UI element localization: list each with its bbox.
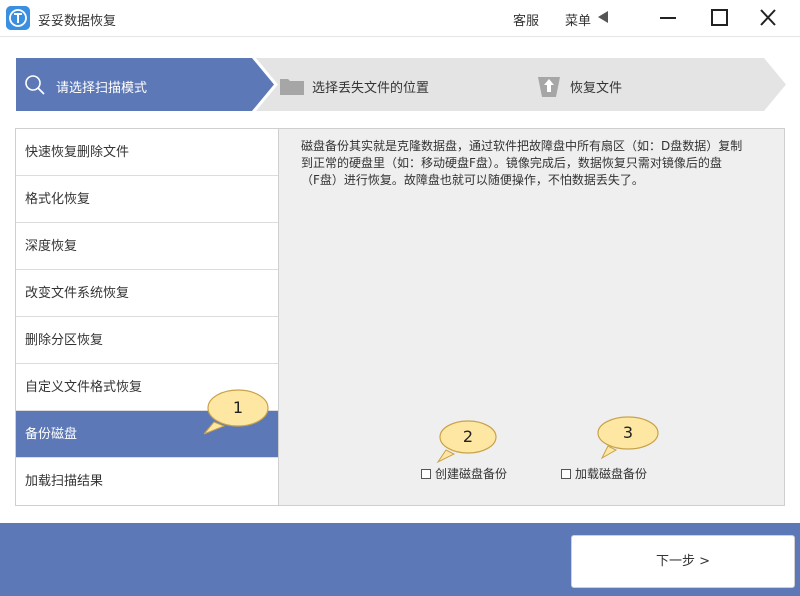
title-bar: 妥妥数据恢复 客服 菜单	[0, 0, 800, 37]
description-line: （F盘）进行恢复。故障盘也就可以随便操作，不怕数据丢失了。	[301, 173, 644, 187]
sidebar-item-quick-recover[interactable]: 快速恢复删除文件	[16, 129, 278, 176]
scan-mode-list: 快速恢复删除文件 格式化恢复 深度恢复 改变文件系统恢复 删除分区恢复 自定义文…	[15, 128, 279, 506]
next-step-button[interactable]: 下一步 >	[571, 535, 795, 588]
load-disk-backup-option[interactable]: 加载磁盘备份	[561, 465, 647, 482]
step-1-label: 请选择扫描模式	[56, 81, 148, 96]
step-2-label: 选择丢失文件的位置	[312, 81, 430, 96]
wizard-steps: 请选择扫描模式 选择丢失文件的位置 恢复文件	[16, 58, 786, 111]
minimize-button[interactable]	[655, 6, 681, 30]
step-3-label: 恢复文件	[570, 81, 623, 96]
callout-1: 1	[198, 386, 278, 438]
callout-2-number: 2	[462, 427, 474, 446]
sidebar-item-filesystem-recover[interactable]: 改变文件系统恢复	[16, 270, 278, 317]
content-panel: 磁盘备份其实就是克隆数据盘，通过软件把故障盘中所有扇区（如：D盘数据）复制 到正…	[279, 128, 785, 506]
load-backup-label: 加载磁盘备份	[575, 467, 648, 481]
description-line: 到正常的硬盘里（如：移动硬盘F盘）。镜像完成后，数据恢复只需对镜像后的盘	[301, 156, 722, 170]
create-backup-checkbox[interactable]	[421, 468, 431, 479]
create-backup-label: 创建磁盘备份	[435, 467, 508, 481]
create-disk-backup-option[interactable]: 创建磁盘备份	[421, 465, 507, 482]
callout-1-number: 1	[232, 398, 244, 417]
sidebar-item-format-recover[interactable]: 格式化恢复	[16, 176, 278, 223]
callout-3: 3	[592, 414, 666, 462]
app-title: 妥妥数据恢复	[38, 14, 117, 29]
sidebar-item-partition-recover[interactable]: 删除分区恢复	[16, 317, 278, 364]
callout-3-number: 3	[622, 423, 634, 442]
description-line: 磁盘备份其实就是克隆数据盘，通过软件把故障盘中所有扇区（如：D盘数据）复制	[301, 139, 743, 153]
sidebar-item-load-scan-results[interactable]: 加载扫描结果	[16, 458, 278, 505]
close-button[interactable]	[755, 6, 781, 30]
customer-service-link[interactable]: 客服	[513, 10, 539, 29]
menu-link[interactable]: 菜单	[565, 10, 591, 29]
load-backup-checkbox[interactable]	[561, 468, 571, 479]
sidebar-item-deep-recover[interactable]: 深度恢复	[16, 223, 278, 270]
description-text: 磁盘备份其实就是克隆数据盘，通过软件把故障盘中所有扇区（如：D盘数据）复制 到正…	[301, 138, 779, 189]
callout-2: 2	[432, 418, 502, 466]
app-logo-icon	[6, 6, 30, 30]
menu-arrow-icon[interactable]	[598, 11, 608, 23]
maximize-button[interactable]	[706, 6, 732, 30]
